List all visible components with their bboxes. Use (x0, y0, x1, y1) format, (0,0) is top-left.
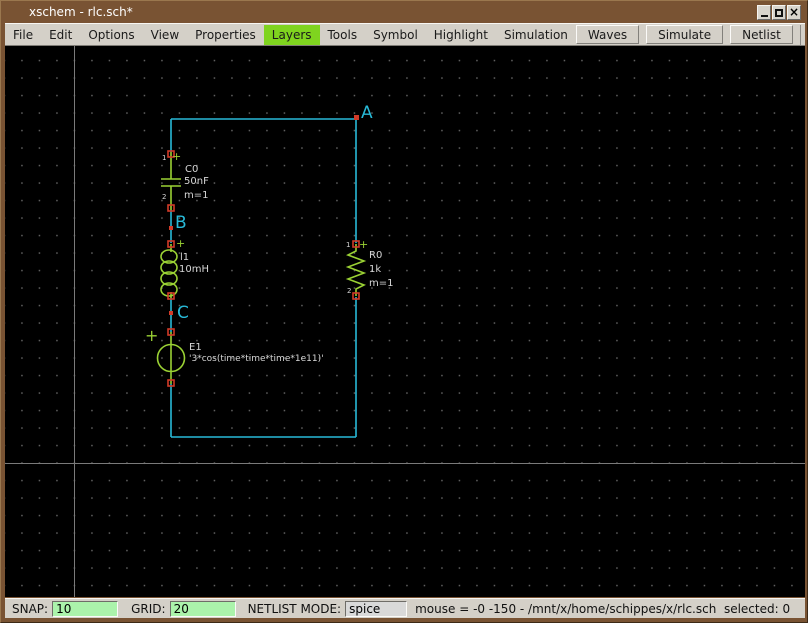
xschem-window: xschem - rlc.sch* × File Edit Options Vi… (0, 0, 808, 623)
window-frame-bottom (1, 618, 807, 622)
minimize-icon (761, 15, 768, 17)
resistor-plus-mark: + (359, 238, 369, 251)
source-ref: E1 (189, 342, 202, 353)
source-plus-mark: + (145, 326, 159, 345)
menu-layers[interactable]: Layers (263, 24, 320, 45)
menu-file[interactable]: File (5, 25, 41, 45)
simulate-button[interactable]: Simulate (646, 25, 724, 44)
statusbar: SNAP: GRID: NETLIST MODE: mouse = -0 -15… (5, 598, 805, 618)
schematic-canvas[interactable]: A B C C0 50nF m=1 1 2 + l1 10mH + E1 '3*… (5, 46, 805, 597)
window-title: xschem - rlc.sch* (29, 5, 133, 19)
menu-properties[interactable]: Properties (187, 25, 264, 45)
capacitor-pin1: 1 (162, 154, 167, 162)
window-controls: × (757, 5, 801, 20)
menubar-right: Waves Simulate Netlist Help (575, 24, 807, 45)
capacitor-ref: C0 (185, 164, 199, 175)
menu-simulation[interactable]: Simulation (496, 25, 576, 45)
snap-label: SNAP: (12, 601, 49, 616)
menu-symbol[interactable]: Symbol (365, 25, 426, 45)
snap-input[interactable] (52, 600, 119, 617)
netlist-mode-label: NETLIST MODE: (247, 601, 342, 616)
mouse-status-text: mouse = -0 -150 - /mnt/x/home/schippes/x… (415, 601, 791, 616)
node-label-B[interactable]: B (175, 215, 187, 232)
menu-help[interactable]: Help (799, 24, 807, 45)
node-label-A[interactable]: A (361, 105, 373, 122)
capacitor-plus-mark: + (172, 150, 182, 163)
menu-options[interactable]: Options (80, 25, 142, 45)
menubar: File Edit Options View Properties Layers… (5, 23, 805, 46)
resistor-pin2: 2 (347, 287, 352, 295)
waves-button[interactable]: Waves (575, 25, 640, 44)
capacitor-mult: m=1 (184, 190, 209, 201)
node-label-C[interactable]: C (177, 305, 189, 322)
source-value: '3*cos(time*time*time*1e11)' (189, 354, 324, 364)
resistor-pin1: 1 (346, 241, 351, 249)
resistor-value: 1k (369, 264, 382, 275)
inductor-l1[interactable] (160, 244, 178, 298)
resistor-mult: m=1 (369, 278, 394, 289)
capacitor-value: 50nF (184, 176, 209, 187)
minimize-button[interactable] (757, 5, 771, 20)
capacitor-pin2: 2 (162, 193, 167, 201)
menu-tools[interactable]: Tools (320, 25, 366, 45)
maximize-button[interactable] (772, 5, 786, 20)
close-button[interactable]: × (787, 5, 801, 20)
wires[interactable] (170, 118, 357, 438)
titlebar[interactable]: xschem - rlc.sch* × (1, 1, 807, 23)
schematic-drawing (156, 115, 367, 438)
source-E1[interactable] (156, 332, 186, 384)
menu-view[interactable]: View (143, 25, 187, 45)
menu-highlight[interactable]: Highlight (426, 25, 496, 45)
maximize-icon (775, 8, 783, 17)
netlist-mode-input[interactable] (345, 600, 408, 617)
netlist-button[interactable]: Netlist (730, 25, 793, 44)
inductor-value: 10mH (179, 264, 209, 275)
resistor-ref: R0 (369, 250, 383, 261)
grid-input[interactable] (169, 600, 236, 617)
inductor-plus-mark: + (176, 237, 186, 250)
menu-edit[interactable]: Edit (41, 25, 80, 45)
grid-label: GRID: (131, 601, 166, 616)
close-icon: × (788, 5, 800, 19)
inductor-ref: l1 (180, 252, 190, 263)
